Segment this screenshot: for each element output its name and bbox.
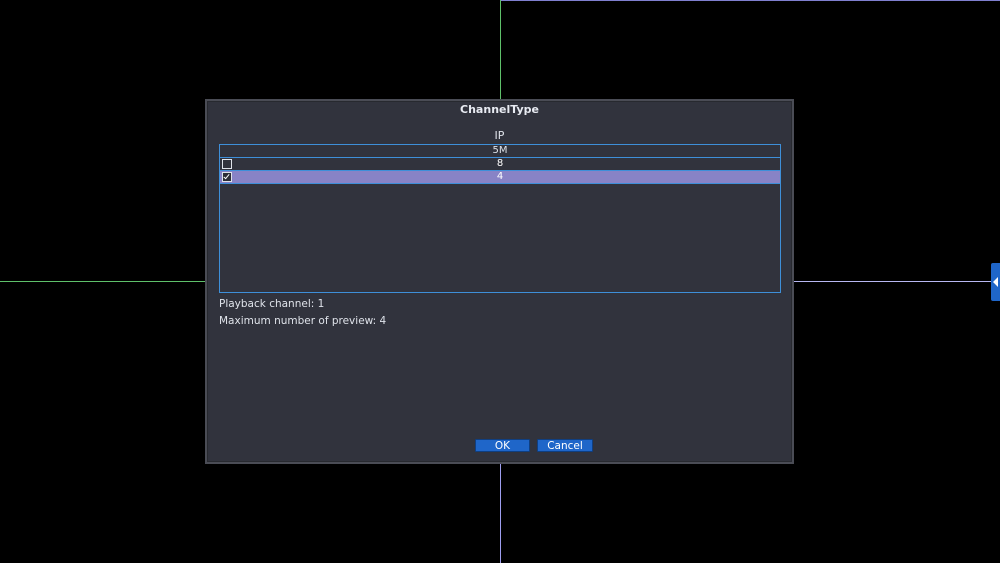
row-checkbox[interactable] — [222, 159, 232, 169]
row-label: 8 — [496, 158, 504, 169]
max-preview-text: Maximum number of preview: 4 — [219, 315, 387, 327]
group-label-ip: IP — [494, 129, 505, 142]
ok-button[interactable]: OK — [475, 439, 530, 452]
channel-type-list: 5M 8 4 — [219, 144, 781, 293]
playback-channel-text: Playback channel: 1 — [219, 298, 325, 310]
row-label: 4 — [496, 171, 504, 182]
checkmark-icon — [223, 172, 230, 180]
dialog-title: ChannelType — [460, 103, 539, 116]
grid-top-edge — [500, 0, 1000, 1]
side-panel-toggle[interactable] — [991, 263, 1000, 301]
list-header: 5M — [220, 145, 780, 158]
chevron-left-icon — [993, 277, 998, 287]
list-item[interactable]: 8 — [220, 158, 780, 171]
list-item-selected[interactable]: 4 — [220, 171, 780, 184]
cancel-button[interactable]: Cancel — [537, 439, 593, 452]
row-checkbox-checked[interactable] — [222, 172, 232, 182]
channel-type-dialog: ChannelType IP 5M 8 4 Playback channel: … — [205, 99, 794, 464]
